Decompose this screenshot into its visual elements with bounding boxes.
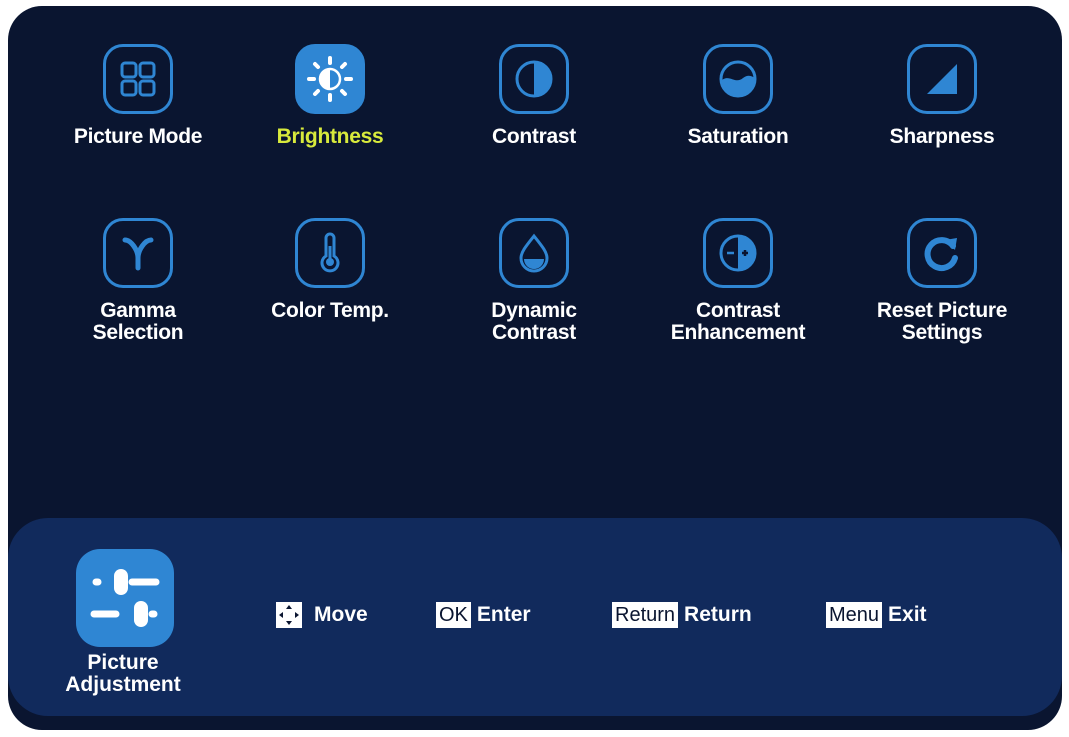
- sliders-icon: [76, 549, 174, 647]
- menu-item-sharpness[interactable]: Sharpness: [852, 44, 1032, 148]
- hint-label: Exit: [888, 603, 927, 626]
- contrast-icon: [499, 44, 569, 114]
- hint-label: Enter: [476, 603, 531, 626]
- footer-bar: Picture Adjustment Move OK Enter Return …: [8, 518, 1062, 716]
- menu-item-label: Reset Picture Settings: [876, 299, 1008, 344]
- menu-item-saturation[interactable]: Saturation: [648, 44, 828, 148]
- menu-item-label: Contrast: [492, 125, 576, 148]
- menu-item-color-temp[interactable]: Color Temp.: [240, 218, 420, 322]
- return-key: Return: [612, 602, 679, 628]
- menu-item-label: Sharpness: [889, 125, 995, 148]
- menu-item-label: Picture Mode: [73, 125, 203, 148]
- hint-return: Return Return: [612, 602, 752, 628]
- menu-item-label: Contrast Enhancement: [670, 299, 806, 344]
- menu-item-label: Dynamic Contrast: [491, 299, 577, 344]
- menu-item-contrast[interactable]: Contrast: [444, 44, 624, 148]
- osd-menu: Picture Mode Brightness Contrast Saturat…: [8, 6, 1062, 730]
- menu-item-gamma-selection[interactable]: Gamma Selection: [48, 218, 228, 344]
- section-label: Picture Adjustment: [65, 651, 181, 696]
- menu-item-label: Saturation: [687, 125, 789, 148]
- menu-item-label: Brightness: [276, 125, 384, 148]
- menu-item-brightness[interactable]: Brightness: [240, 44, 420, 148]
- contrast-plus-minus-icon: [703, 218, 773, 288]
- menu-item-label: Color Temp.: [271, 299, 389, 322]
- menu-item-picture-mode[interactable]: Picture Mode: [48, 44, 228, 148]
- menu-item-dynamic-contrast[interactable]: Dynamic Contrast: [444, 218, 624, 344]
- arrows-icon: [276, 602, 302, 628]
- droplet-icon: [499, 218, 569, 288]
- saturation-icon: [703, 44, 773, 114]
- menu-key: Menu: [826, 602, 883, 628]
- menu-item-label: Gamma Selection: [92, 299, 184, 344]
- menu-item-reset-picture-settings[interactable]: Reset Picture Settings: [852, 218, 1032, 344]
- sharpness-icon: [907, 44, 977, 114]
- reset-icon: [907, 218, 977, 288]
- hint-label: Return: [684, 603, 752, 626]
- hint-label: Move: [314, 603, 368, 626]
- grid-icon: [103, 44, 173, 114]
- ok-key: OK: [436, 602, 471, 628]
- sun-icon: [295, 44, 365, 114]
- gamma-icon: [103, 218, 173, 288]
- menu-item-contrast-enhancement[interactable]: Contrast Enhancement: [648, 218, 828, 344]
- hint-move: Move: [276, 602, 368, 628]
- thermometer-icon: [295, 218, 365, 288]
- hint-enter: OK Enter: [436, 602, 531, 628]
- hint-exit: Menu Exit: [826, 602, 927, 628]
